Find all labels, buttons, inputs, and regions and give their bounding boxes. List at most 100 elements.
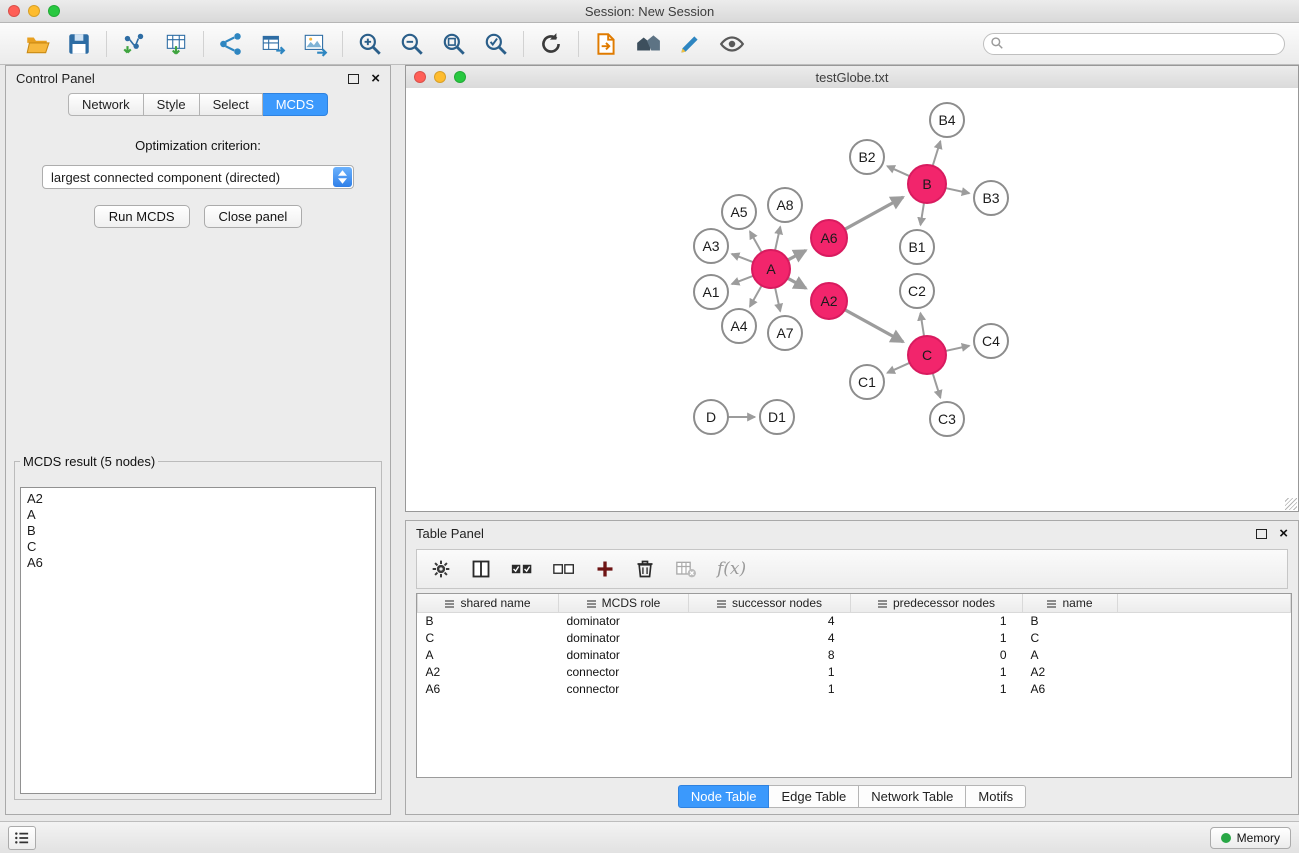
graph-node-A2[interactable]: A2 [811,283,847,319]
tab-select[interactable]: Select [200,93,263,116]
unselect-all-icon[interactable] [553,561,575,577]
search-input[interactable] [983,33,1285,55]
graph-node-C2[interactable]: C2 [900,274,934,308]
graph-edge-A-A8[interactable] [775,227,780,251]
graph-node-D1[interactable]: D1 [760,400,794,434]
graph-node-A[interactable]: A [752,250,790,288]
zoom-in-icon[interactable] [355,29,385,59]
new-network-icon[interactable] [216,29,246,59]
select-all-icon[interactable] [511,561,533,577]
table-tab-edge-table[interactable]: Edge Table [769,785,859,808]
close-window-button[interactable] [8,5,20,17]
refresh-icon[interactable] [536,29,566,59]
graph-edge-A-A5[interactable] [750,231,762,252]
graph-edge-C-C4[interactable] [946,346,970,351]
graph-node-B2[interactable]: B2 [850,140,884,174]
table-row[interactable]: A2connector11A2 [418,664,1291,681]
zoom-fit-icon[interactable] [439,29,469,59]
graph-edge-C-C3[interactable] [933,373,941,398]
mcds-result-item[interactable]: A [27,507,369,523]
export-image-icon[interactable] [300,29,330,59]
table-tab-node-table[interactable]: Node Table [678,785,770,808]
graph-node-C1[interactable]: C1 [850,365,884,399]
graph-node-C[interactable]: C [908,336,946,374]
close-table-panel-icon[interactable]: × [1279,526,1288,541]
graph-node-B[interactable]: B [908,165,946,203]
float-panel-icon[interactable] [348,74,359,84]
minimize-window-button[interactable] [28,5,40,17]
zoom-out-icon[interactable] [397,29,427,59]
resize-grip[interactable] [1285,498,1297,510]
open-session-icon[interactable] [22,29,52,59]
graph-edge-A-A2[interactable] [788,278,806,288]
create-column-plus-icon[interactable] [595,559,615,579]
delete-table-icon[interactable] [675,559,697,579]
column-header-MCDS-role[interactable]: MCDS role [559,594,689,613]
graph-edge-A6-B[interactable] [845,197,903,229]
graph-node-A1[interactable]: A1 [694,275,728,309]
import-network-icon[interactable] [119,29,149,59]
tab-mcds[interactable]: MCDS [263,93,328,116]
graph-edge-A-A4[interactable] [750,286,762,307]
table-tab-network-table[interactable]: Network Table [859,785,966,808]
network-canvas[interactable]: B4 B2 B B3 B1 A5 A8 A6 A3 A A1 C2 A4 A7 A2 C1 C C4 C3 D D1 [406,88,1298,511]
table-row[interactable]: Adominator80A [418,647,1291,664]
apply-style-icon[interactable] [675,29,705,59]
mcds-result-item[interactable]: A2 [27,491,369,507]
column-header-predecessor-nodes[interactable]: predecessor nodes [851,594,1023,613]
graph-edge-C-C1[interactable] [887,363,909,373]
graph-edge-A2-C[interactable] [845,310,903,342]
graph-edge-C-C2[interactable] [920,313,924,336]
column-header-name[interactable]: name [1023,594,1118,613]
graph-edge-A-A3[interactable] [732,254,754,262]
column-header-successor-nodes[interactable]: successor nodes [689,594,851,613]
graph-edge-B-B2[interactable] [887,166,909,176]
table-row[interactable]: Cdominator41C [418,630,1291,647]
graph-node-D[interactable]: D [694,400,728,434]
graph-edge-B-B4[interactable] [933,141,941,166]
graph-node-A8[interactable]: A8 [768,188,802,222]
new-table-icon[interactable] [258,29,288,59]
graph-node-A4[interactable]: A4 [722,309,756,343]
close-network-button[interactable] [414,71,426,83]
graph-node-C3[interactable]: C3 [930,402,964,436]
close-panel-icon[interactable]: × [371,71,380,86]
task-history-button[interactable] [8,826,36,850]
graph-node-A6[interactable]: A6 [811,220,847,256]
table-tab-motifs[interactable]: Motifs [966,785,1026,808]
show-columns-icon[interactable] [471,559,491,579]
zoom-window-button[interactable] [48,5,60,17]
graph-node-C4[interactable]: C4 [974,324,1008,358]
float-table-panel-icon[interactable] [1256,529,1267,539]
graph-node-B4[interactable]: B4 [930,103,964,137]
close-panel-button[interactable]: Close panel [204,205,303,228]
home-icon[interactable] [633,29,663,59]
table-settings-gear-icon[interactable] [431,559,451,579]
function-builder-icon[interactable]: f(x) [717,559,746,579]
graph-node-B3[interactable]: B3 [974,181,1008,215]
graph-edge-A-A1[interactable] [732,276,754,284]
graph-edge-A-A6[interactable] [788,250,806,260]
mcds-result-item[interactable]: B [27,523,369,539]
optimization-criterion-select[interactable]: largest connected component (directed) [42,165,354,189]
tab-network[interactable]: Network [68,93,144,116]
mcds-result-item[interactable]: A6 [27,555,369,571]
graph-edge-B-B3[interactable] [946,188,970,193]
column-header-shared-name[interactable]: shared name [418,594,559,613]
graph-node-A3[interactable]: A3 [694,229,728,263]
run-mcds-button[interactable]: Run MCDS [94,205,190,228]
table-row[interactable]: A6connector11A6 [418,681,1291,698]
minimize-network-button[interactable] [434,71,446,83]
zoom-network-button[interactable] [454,71,466,83]
mcds-result-list[interactable]: A2ABCA6 [20,487,376,794]
mcds-result-item[interactable]: C [27,539,369,555]
table-row[interactable]: Bdominator41B [418,613,1291,631]
delete-column-trash-icon[interactable] [635,559,655,579]
graph-node-B1[interactable]: B1 [900,230,934,264]
import-table-icon[interactable] [161,29,191,59]
save-session-icon[interactable] [64,29,94,59]
graph-edge-B-B1[interactable] [920,203,924,225]
graph-node-A5[interactable]: A5 [722,195,756,229]
graph-node-A7[interactable]: A7 [768,316,802,350]
zoom-selected-icon[interactable] [481,29,511,59]
